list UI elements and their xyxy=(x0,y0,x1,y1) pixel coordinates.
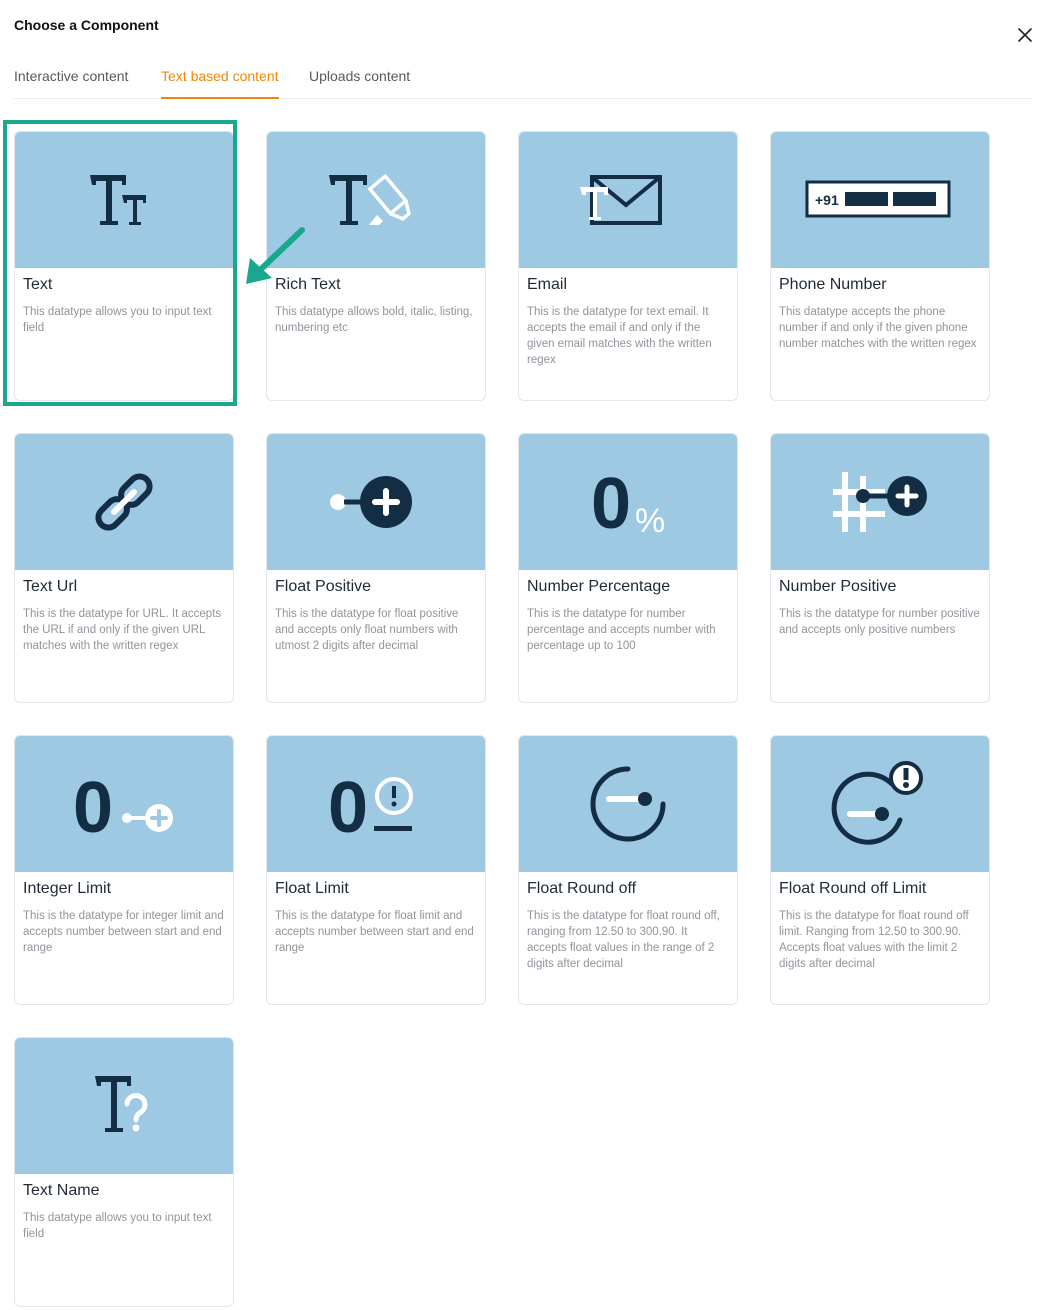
tab-bar: Interactive content Text based content U… xyxy=(14,60,1032,99)
card-description: This is the datatype for float round off… xyxy=(527,910,720,970)
component-card-float-round-off-limit[interactable]: Float Round off Limit This is the dataty… xyxy=(770,735,990,1005)
card-description: This is the datatype for number positive… xyxy=(779,608,980,636)
component-card-text-name[interactable]: Text Name This datatype allows you to in… xyxy=(14,1037,234,1307)
card-image xyxy=(771,736,989,872)
card-description: This is the datatype for text email. It … xyxy=(527,306,712,366)
text-tt-icon xyxy=(90,175,146,225)
card-image xyxy=(519,736,737,872)
component-card-float-round-off[interactable]: Float Round off This is the datatype for… xyxy=(518,735,738,1005)
component-card-text[interactable]: Text This datatype allows you to input t… xyxy=(14,131,234,401)
component-card-phone-number[interactable]: +91 Phone Number This datatype accepts t… xyxy=(770,131,990,401)
card-title: Number Percentage xyxy=(527,578,671,595)
number-positive-icon xyxy=(833,472,927,532)
card-image xyxy=(519,132,737,268)
component-card-rich-text[interactable]: Rich Text This datatype allows bold, ita… xyxy=(266,131,486,401)
card-image xyxy=(15,1038,233,1174)
phone-prefix-text: +91 xyxy=(815,192,839,208)
card-image xyxy=(15,132,233,268)
card-description: This datatype allows bold, italic, listi… xyxy=(275,306,473,334)
card-description: This is the datatype for float round off… xyxy=(779,910,969,970)
card-title: Float Round off xyxy=(527,880,637,897)
email-icon xyxy=(580,175,662,225)
component-card-text-url[interactable]: Text Url This is the datatype for URL. I… xyxy=(14,433,234,703)
card-image: 0 xyxy=(15,736,233,872)
card-description: This is the datatype for URL. It accepts… xyxy=(23,608,222,652)
card-title: Float Round off Limit xyxy=(779,880,927,897)
phone-number-icon: +91 xyxy=(805,180,951,218)
link-icon xyxy=(95,473,153,531)
card-title: Email xyxy=(527,276,568,293)
integer-zero-text: 0 xyxy=(73,768,113,844)
tab-interactive-content[interactable]: Interactive content xyxy=(14,68,128,97)
card-title: Phone Number xyxy=(779,276,887,293)
integer-limit-icon: 0 xyxy=(73,768,173,844)
card-image: 0 xyxy=(267,736,485,872)
card-title: Number Positive xyxy=(779,578,897,595)
card-description: This datatype accepts the phone number i… xyxy=(779,306,977,350)
percentage-sign-text: % xyxy=(635,502,665,540)
card-description: This is the datatype for number percenta… xyxy=(527,608,716,652)
tab-text-based-content[interactable]: Text based content xyxy=(161,68,279,99)
card-image xyxy=(771,434,989,570)
float-round-off-limit-icon xyxy=(831,761,923,845)
component-card-number-percentage[interactable]: 0 % Number Percentage This is the dataty… xyxy=(518,433,738,703)
card-image xyxy=(15,434,233,570)
card-title: Rich Text xyxy=(275,276,341,293)
card-description: This datatype allows you to input text f… xyxy=(23,1212,212,1240)
component-card-float-positive[interactable]: Float Positive This is the datatype for … xyxy=(266,433,486,703)
card-image: +91 xyxy=(771,132,989,268)
card-description: This is the datatype for float positive … xyxy=(275,608,459,652)
close-button[interactable] xyxy=(1012,22,1038,48)
float-limit-zero-text: 0 xyxy=(328,768,368,844)
card-title: Text Name xyxy=(23,1182,100,1199)
text-name-icon xyxy=(95,1076,148,1132)
modal-title: Choose a Component xyxy=(14,17,159,33)
number-percentage-icon: 0 % xyxy=(591,464,665,542)
float-limit-icon: 0 xyxy=(328,768,413,844)
card-title: Text Url xyxy=(23,578,78,595)
close-icon xyxy=(1018,28,1032,42)
card-description: This is the datatype for float limit and… xyxy=(275,910,474,954)
rich-text-icon xyxy=(329,173,411,225)
card-title: Float Positive xyxy=(275,578,372,595)
float-positive-icon xyxy=(330,476,412,528)
component-card-integer-limit[interactable]: 0 Integer Limit This is the datatype for… xyxy=(14,735,234,1005)
float-round-off-icon xyxy=(590,766,666,842)
tab-uploads-content[interactable]: Uploads content xyxy=(309,68,410,97)
card-title: Float Limit xyxy=(275,880,349,897)
card-title: Integer Limit xyxy=(23,880,112,897)
percentage-zero-text: 0 xyxy=(591,464,631,542)
card-description: This is the datatype for integer limit a… xyxy=(23,910,224,954)
card-image: 0 % xyxy=(519,434,737,570)
card-image xyxy=(267,132,485,268)
component-card-email[interactable]: Email This is the datatype for text emai… xyxy=(518,131,738,401)
card-image xyxy=(267,434,485,570)
component-card-number-positive[interactable]: Number Positive This is the datatype for… xyxy=(770,433,990,703)
card-title: Text xyxy=(23,276,53,293)
component-card-float-limit[interactable]: 0 Float Limit This is the datatype for f… xyxy=(266,735,486,1005)
card-description: This datatype allows you to input text f… xyxy=(23,306,212,334)
